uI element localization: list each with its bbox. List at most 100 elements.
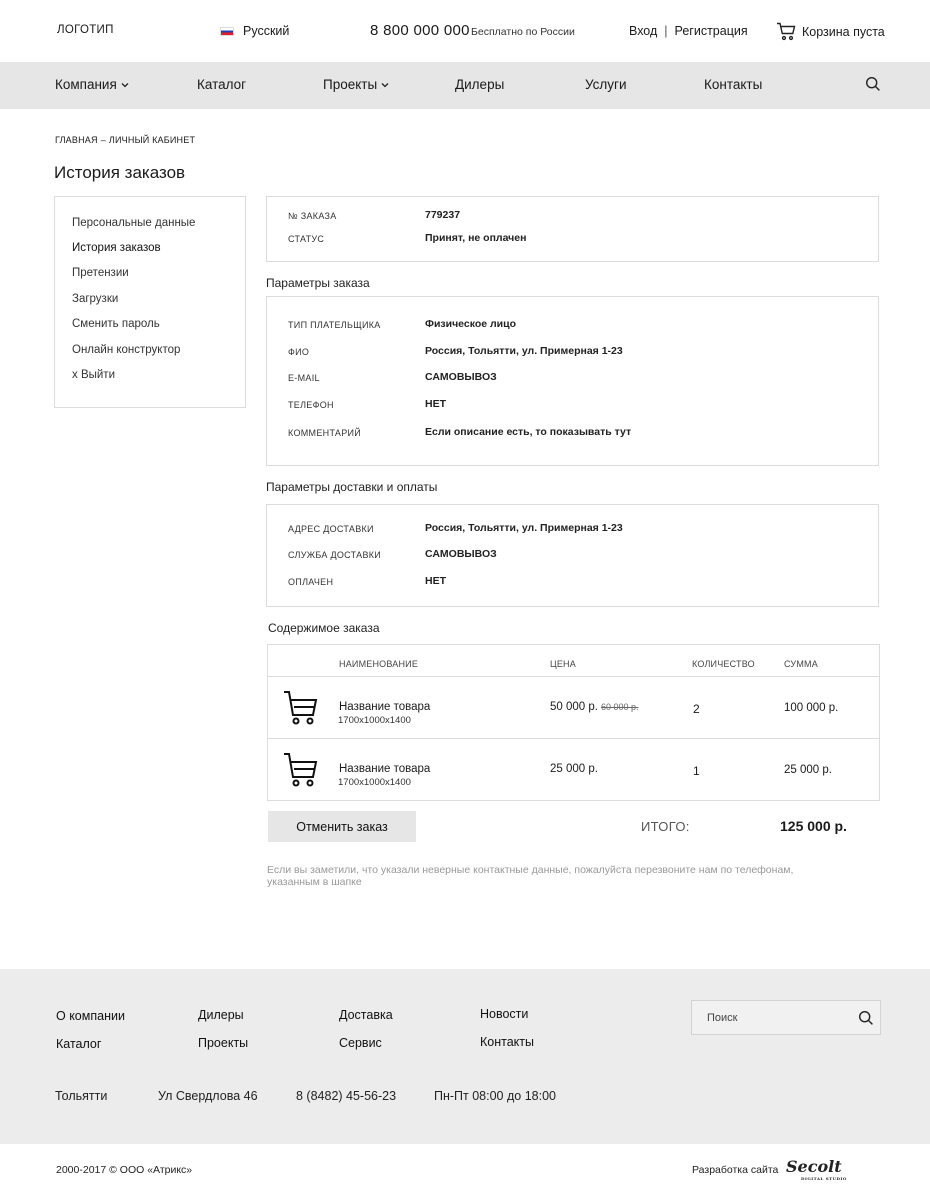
nav-label: Контакты (704, 77, 763, 92)
shopping-cart-icon (284, 753, 318, 787)
delivery-label: ОПЛАЧЕН (288, 577, 334, 587)
order-status-label: СТАТУС (288, 234, 325, 244)
breadcrumb-current: ЛИЧНЫЙ КАБИНЕТ (108, 135, 196, 145)
table-row: Название товара 1700x1000x1400 50 000 р.… (268, 677, 879, 739)
nav-search-button[interactable] (865, 76, 881, 97)
param-label: ТЕЛЕФОН (288, 400, 334, 410)
developer-logo-subtext: DIGITAL STUDIO (801, 1176, 847, 1181)
column-header-qty: КОЛИЧЕСТВО (692, 659, 755, 669)
column-header-sum: СУММА (784, 659, 818, 669)
param-row: КОММЕНТАРИЙ Если описание есть, то показ… (288, 426, 868, 444)
delivery-value: САМОВЫВОЗ (425, 548, 497, 560)
param-label: КОММЕНТАРИЙ (288, 428, 362, 438)
footer-link-about[interactable]: О компании (56, 1009, 125, 1023)
delivery-value: Россия, Тольятти, ул. Примерная 1-23 (425, 522, 623, 534)
developer-credit: Разработка сайта (692, 1164, 779, 1176)
order-number-row: № ЗАКАЗА 779237 (288, 209, 868, 227)
nav-item-services[interactable]: Услуги (585, 77, 627, 92)
order-params-box: ТИП ПЛАТЕЛЬЩИКА Физическое лицо ФИО Росс… (266, 296, 879, 466)
login-link[interactable]: Вход (629, 24, 657, 38)
product-name[interactable]: Название товара (339, 763, 430, 775)
nav-item-dealers[interactable]: Дилеры (455, 77, 504, 92)
sidebar-item-order-history[interactable]: История заказов (72, 242, 161, 254)
sidebar-item-personal-data[interactable]: Персональные данные (72, 217, 195, 229)
product-size: 1700x1000x1400 (338, 777, 411, 788)
footer-search-button[interactable] (858, 1010, 874, 1031)
param-row: ФИО Россия, Тольятти, ул. Примерная 1-23 (288, 345, 868, 363)
shopping-cart-icon (284, 691, 318, 725)
param-value: Если описание есть, то показывать тут (425, 426, 632, 438)
footer-link-dealers[interactable]: Дилеры (198, 1008, 244, 1022)
param-value: САМОВЫВОЗ (425, 371, 497, 383)
header-phone[interactable]: 8 800 000 000 (370, 22, 470, 39)
sidebar-item-downloads[interactable]: Загрузки (72, 293, 118, 305)
delivery-row: СЛУЖБА ДОСТАВКИ САМОВЫВОЗ (288, 548, 868, 566)
column-header-price: ЦЕНА (550, 659, 576, 669)
param-row: ТИП ПЛАТЕЛЬЩИКА Физическое лицо (288, 318, 868, 336)
footer-link-service[interactable]: Сервис (339, 1036, 382, 1050)
cart-button[interactable]: Корзина пуста (776, 22, 885, 41)
product-quantity: 1 (693, 764, 700, 778)
product-quantity: 2 (693, 702, 700, 716)
order-number-value: 779237 (425, 209, 461, 221)
product-sum: 100 000 р. (784, 702, 839, 714)
param-label: E-MAIL (288, 373, 320, 383)
footer-search-input[interactable] (707, 1010, 847, 1026)
developer-logo[interactable]: Secolt DIGITAL STUDIO (786, 1157, 846, 1181)
total-value: 125 000 р. (780, 818, 847, 834)
nav-label: Каталог (197, 77, 247, 92)
chevron-down-icon (381, 82, 389, 87)
product-name[interactable]: Название товара (339, 701, 430, 713)
nav-item-contacts[interactable]: Контакты (704, 77, 762, 92)
logo[interactable]: ЛОГОТИП (57, 24, 114, 36)
footer-link-projects[interactable]: Проекты (198, 1036, 248, 1050)
nav-item-projects[interactable]: Проекты (323, 77, 389, 92)
order-summary-box: № ЗАКАЗА 779237 СТАТУС Принят, не оплаче… (266, 196, 879, 262)
russia-flag-icon (220, 26, 234, 36)
page-title: История заказов (54, 163, 186, 182)
delivery-params-title: Параметры доставки и оплаты (266, 480, 438, 494)
column-header-name: НАИМЕНОВАНИЕ (339, 659, 419, 669)
sidebar-item-logout[interactable]: x Выйти (72, 369, 115, 381)
total-label: ИТОГО: (641, 819, 690, 834)
sidebar-item-online-constructor[interactable]: Онлайн конструктор (72, 344, 180, 356)
old-price: 60 000 р. (600, 702, 639, 712)
delivery-row: ОПЛАЧЕН НЕТ (288, 575, 868, 593)
footer-link-catalog[interactable]: Каталог (56, 1037, 101, 1051)
breadcrumb-home[interactable]: ГЛАВНАЯ (55, 135, 98, 145)
footer-link-news[interactable]: Новости (480, 1007, 528, 1021)
product-size: 1700x1000x1400 (338, 715, 411, 726)
product-price: 25 000 р. (550, 763, 598, 775)
cancel-order-button[interactable]: Отменить заказ (268, 811, 416, 842)
footer-link-delivery[interactable]: Доставка (339, 1008, 393, 1022)
sidebar-item-claims[interactable]: Претензии (72, 267, 129, 279)
order-status-value: Принят, не оплачен (425, 232, 527, 244)
copyright: 2000-2017 © ООО «Атрикс» (56, 1164, 193, 1176)
language-selector[interactable]: Русский (220, 24, 289, 38)
sidebar-item-change-password[interactable]: Сменить пароль (72, 318, 160, 330)
chevron-down-icon (121, 82, 129, 87)
param-label: ФИО (288, 347, 310, 357)
order-number-label: № ЗАКАЗА (288, 211, 337, 221)
current-price: 50 000 р. (550, 701, 598, 713)
nav-item-catalog[interactable]: Каталог (197, 77, 246, 92)
delivery-row: АДРЕС ДОСТАВКИ Россия, Тольятти, ул. При… (288, 522, 868, 540)
breadcrumb-separator: – (100, 135, 106, 145)
param-value: Россия, Тольятти, ул. Примерная 1-23 (425, 345, 623, 357)
footer: О компании Каталог Дилеры Проекты Достав… (0, 969, 930, 1144)
order-contents-title: Содержимое заказа (268, 621, 380, 635)
nav-item-company[interactable]: Компания (55, 77, 129, 92)
footer-phone[interactable]: 8 (8482) 45-56-23 (296, 1089, 396, 1103)
register-link[interactable]: Регистрация (675, 24, 748, 38)
footer-link-contacts[interactable]: Контакты (480, 1035, 534, 1049)
footer-hours: Пн-Пт 08:00 до 18:00 (434, 1089, 556, 1103)
param-label: ТИП ПЛАТЕЛЬЩИКА (288, 320, 381, 330)
cart-icon (777, 22, 796, 41)
order-params-title: Параметры заказа (266, 276, 370, 290)
nav-label: Проекты (323, 77, 378, 92)
main-nav: Компания Каталог Проекты Дилеры Услуги К… (0, 62, 930, 109)
nav-label: Дилеры (455, 77, 505, 92)
delivery-params-box: АДРЕС ДОСТАВКИ Россия, Тольятти, ул. При… (266, 504, 879, 607)
nav-label: Компания (55, 77, 117, 92)
param-value: НЕТ (425, 398, 446, 410)
